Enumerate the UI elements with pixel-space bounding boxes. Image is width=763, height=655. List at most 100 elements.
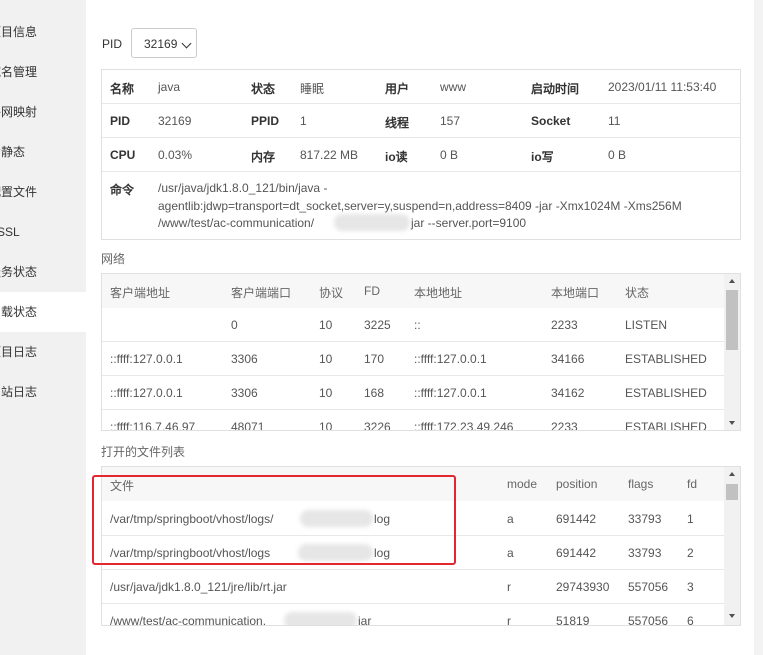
command-line-1: /usr/java/jdk1.8.0_121/bin/java - xyxy=(158,181,328,195)
flags-cell: 33793 xyxy=(628,546,662,560)
sidebar-item-label: 项目信息 xyxy=(0,25,38,39)
protocol-cell: 10 xyxy=(319,352,333,366)
sidebar-item-site-log[interactable]: 网站日志 xyxy=(0,372,86,412)
sidebar-item-project-info[interactable]: 项目信息 xyxy=(0,12,86,52)
network-scrollbar-thumb[interactable] xyxy=(726,290,738,350)
protocol-cell: 10 xyxy=(319,318,333,332)
memory-value: 817.22 MB xyxy=(300,148,359,162)
file-path-cell: /www/test/ac-communication. xyxy=(110,614,267,625)
scroll-down-icon[interactable] xyxy=(729,614,735,618)
status-cell: ESTABLISHED xyxy=(625,420,707,430)
fd-cell: 3226 xyxy=(364,420,391,430)
status-label: 状态 xyxy=(251,82,276,96)
right-edge xyxy=(754,0,763,655)
files-section-title: 打开的文件列表 xyxy=(101,445,186,459)
fd-cell: 3225 xyxy=(364,318,391,332)
divider xyxy=(102,375,724,376)
sidebar-item-service-status[interactable]: 服务状态 xyxy=(0,252,86,292)
client-port-cell: 3306 xyxy=(231,386,258,400)
status-value: 睡眠 xyxy=(300,82,325,96)
threads-label: 线程 xyxy=(385,116,410,130)
divider xyxy=(102,341,724,342)
sidebar-item-external-mapping[interactable]: 外网映射 xyxy=(0,92,86,132)
local-address-cell: ::ffff:127.0.0.1 xyxy=(414,352,487,366)
status-cell: ESTABLISHED xyxy=(625,352,707,366)
fd-cell: 6 xyxy=(687,614,694,625)
sidebar-item-label: 服务状态 xyxy=(0,265,38,279)
sidebar-item-ssl[interactable]: SSL xyxy=(0,212,86,252)
mode-cell: a xyxy=(507,512,514,526)
network-header-local-port: 本地端口 xyxy=(551,286,600,300)
flags-cell: 557056 xyxy=(628,614,669,625)
start-time-value: 2023/01/11 11:53:40 xyxy=(608,80,717,94)
file-path-cell: /usr/java/jdk1.8.0_121/jre/lib/rt.jar xyxy=(110,580,287,594)
socket-label: Socket xyxy=(531,114,571,128)
table-row: /www/test/ac-communication. jar r 51819 … xyxy=(102,604,724,625)
io-read-value: 0 B xyxy=(440,148,459,162)
divider xyxy=(102,137,740,138)
mode-cell: r xyxy=(507,580,511,594)
user-label: 用户 xyxy=(385,82,410,96)
highlight-box xyxy=(92,475,456,565)
position-cell: 51819 xyxy=(556,614,590,625)
client-port-cell: 0 xyxy=(231,318,238,332)
sidebar-item-label: 伪静态 xyxy=(0,145,26,159)
process-info-table xyxy=(101,69,741,240)
name-label: 名称 xyxy=(110,82,135,96)
sidebar-item-label: SSL xyxy=(0,225,20,239)
command-label: 命令 xyxy=(110,183,135,197)
pid-info-value: 32169 xyxy=(158,114,192,128)
local-port-cell: 34166 xyxy=(551,352,585,366)
network-section-title: 网络 xyxy=(101,252,126,266)
divider xyxy=(102,103,740,104)
sidebar-item-project-log[interactable]: 项目日志 xyxy=(0,332,86,372)
sidebar: 项目信息 域名管理 外网映射 伪静态 配置文件 SSL 服务状态 负载状态 项目… xyxy=(0,0,86,655)
local-port-cell: 2233 xyxy=(551,420,578,430)
cpu-value: 0.03% xyxy=(158,148,193,162)
sidebar-item-load-status[interactable]: 负载状态 xyxy=(0,292,86,332)
position-cell: 29743930 xyxy=(556,580,610,594)
pid-info-label: PID xyxy=(110,114,131,128)
mode-cell: a xyxy=(507,546,514,560)
pid-select[interactable]: 32169 xyxy=(131,28,197,58)
file-suffix-cell: jar xyxy=(358,614,372,625)
files-header-flags: flags xyxy=(628,477,654,491)
local-address-cell: :: xyxy=(414,318,421,332)
fd-cell: 2 xyxy=(687,546,694,560)
network-header-status: 状态 xyxy=(625,286,650,300)
sidebar-item-domain-management[interactable]: 域名管理 xyxy=(0,52,86,92)
scroll-down-icon[interactable] xyxy=(729,421,735,425)
name-value: java xyxy=(158,80,181,94)
mode-cell: r xyxy=(507,614,511,625)
fd-cell: 168 xyxy=(364,386,385,400)
io-read-label: io读 xyxy=(385,150,408,164)
scroll-up-icon[interactable] xyxy=(729,279,735,283)
cpu-label: CPU xyxy=(110,148,136,162)
pid-select-value: 32169 xyxy=(144,37,178,51)
client-port-cell: 48071 xyxy=(231,420,265,430)
io-write-value: 0 B xyxy=(608,148,627,162)
pid-label: PID xyxy=(102,37,123,51)
divider xyxy=(102,569,724,570)
files-header-mode: mode xyxy=(507,477,538,491)
user-value: www xyxy=(440,80,466,94)
command-line-2: agentlib:jdwp=transport=dt_socket,server… xyxy=(158,199,682,213)
position-cell: 691442 xyxy=(556,546,597,560)
protocol-cell: 10 xyxy=(319,420,333,430)
sidebar-item-config-file[interactable]: 配置文件 xyxy=(0,172,86,212)
redaction-blur xyxy=(284,612,357,625)
fd-cell: 3 xyxy=(687,580,694,594)
threads-value: 157 xyxy=(440,114,461,128)
files-scrollbar-thumb[interactable] xyxy=(726,484,738,500)
network-header-local-address: 本地地址 xyxy=(414,286,463,300)
network-header-fd: FD xyxy=(364,284,380,298)
sidebar-item-label: 配置文件 xyxy=(0,185,38,199)
network-header-protocol: 协议 xyxy=(319,286,344,300)
table-row: ::ffff:116.7.46.97 48071 10 3226 ::ffff:… xyxy=(102,410,724,430)
local-address-cell: ::ffff:172.23.49.246 xyxy=(414,420,514,430)
sidebar-item-rewrite[interactable]: 伪静态 xyxy=(0,132,86,172)
sidebar-item-label: 外网映射 xyxy=(0,105,38,119)
scroll-up-icon[interactable] xyxy=(729,472,735,476)
status-cell: LISTEN xyxy=(625,318,668,332)
sidebar-item-label: 域名管理 xyxy=(0,65,38,79)
